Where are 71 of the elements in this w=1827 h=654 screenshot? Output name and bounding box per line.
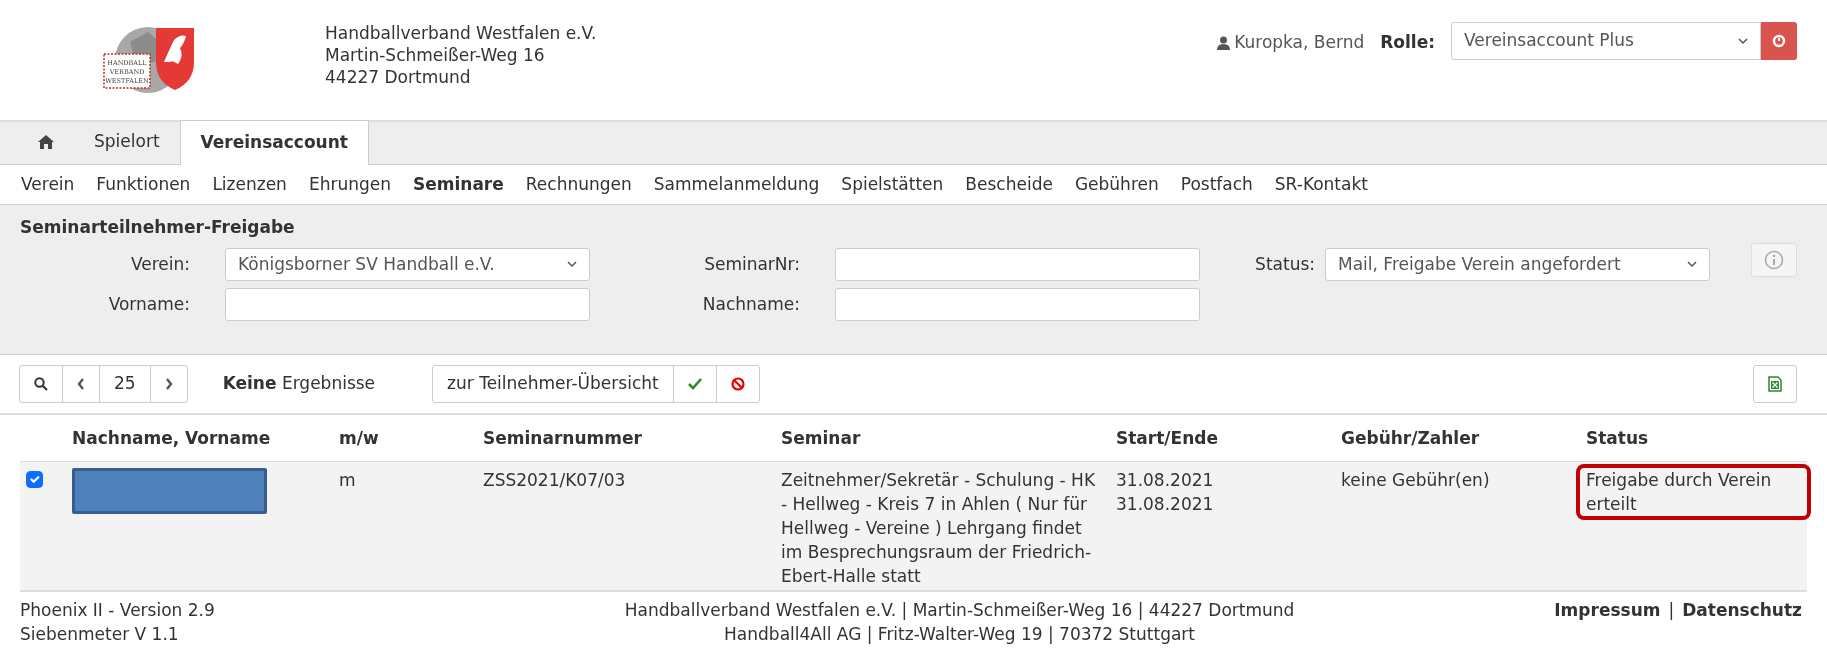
menu-item[interactable]: Rechnungen bbox=[514, 171, 643, 198]
menu-item[interactable]: Ehrungen bbox=[297, 171, 402, 198]
chevron-right-icon bbox=[164, 378, 173, 390]
row-checkbox[interactable] bbox=[26, 470, 43, 488]
power-button[interactable] bbox=[1761, 22, 1797, 60]
overview-button[interactable]: zur Teilnehmer-Übersicht bbox=[432, 365, 674, 403]
field-label: SeminarNr: bbox=[703, 252, 800, 276]
field-label: Verein: bbox=[129, 252, 190, 276]
menu-item[interactable]: Postfach bbox=[1169, 171, 1264, 198]
text-field[interactable] bbox=[835, 248, 1200, 281]
result-count: Keine Ergebnisse bbox=[222, 372, 376, 396]
highlighted-status: Freigabe durch Verein erteilt bbox=[1576, 463, 1811, 520]
column-header: Start/Ende bbox=[1110, 417, 1335, 461]
reject-button[interactable] bbox=[715, 365, 760, 403]
menu-item[interactable]: Bescheide bbox=[954, 171, 1064, 198]
chevron-left-icon bbox=[77, 378, 85, 390]
menu-item[interactable]: Lizenzen bbox=[201, 171, 298, 198]
info-icon bbox=[1764, 250, 1784, 270]
menu-item[interactable]: Spielstätten bbox=[830, 171, 955, 198]
column-header: Status bbox=[1580, 417, 1807, 461]
text-field[interactable] bbox=[225, 288, 590, 321]
panel-title: Seminarteilnehmer-Freigabe bbox=[20, 216, 296, 239]
menu-item[interactable]: Seminare bbox=[402, 171, 515, 198]
table-cell: 31.08.2021 31.08.2021 bbox=[1116, 469, 1214, 514]
field-label: Status: bbox=[1254, 252, 1315, 276]
column-header: Gebühr/Zahler bbox=[1335, 417, 1580, 461]
dropdown[interactable]: Königsborner SV Handball e.V. bbox=[225, 248, 590, 281]
table-cell: ZSS2021/K07/03 bbox=[483, 469, 626, 490]
spreadsheet-icon bbox=[1768, 376, 1782, 392]
user-name[interactable]: Kuropka, Bernd bbox=[1234, 30, 1365, 56]
column-header: Seminarnummer bbox=[477, 417, 775, 461]
role-select[interactable]: Vereinsaccount Plus bbox=[1451, 22, 1761, 60]
column-header: Seminar bbox=[775, 417, 1110, 461]
organization-address: Handballverband Westfalen e.V. Martin-Schmeißer-Weg 16 44227 Dortmund bbox=[325, 22, 597, 89]
search-icon bbox=[34, 377, 48, 391]
footer-link[interactable]: Impressum bbox=[1554, 598, 1661, 622]
menu-item[interactable]: Sammelanmeldung bbox=[642, 171, 831, 198]
table-cell: keine Gebühr(en) bbox=[1341, 469, 1490, 490]
column-header: m/w bbox=[333, 417, 477, 461]
approve-button[interactable] bbox=[672, 365, 717, 403]
footer-link[interactable]: Datenschutz bbox=[1682, 598, 1802, 622]
dropdown[interactable]: Mail, Freigabe Verein angefordert bbox=[1325, 248, 1710, 281]
chevron-down-icon bbox=[1687, 261, 1697, 268]
user-icon bbox=[1217, 35, 1231, 50]
chevron-down-icon bbox=[567, 261, 577, 268]
next-page-button[interactable] bbox=[149, 365, 188, 403]
menu-item[interactable]: Funktionen bbox=[85, 171, 202, 198]
footer-address: Handballverband Westfalen e.V. | Martin-Schmeißer-Weg 16 | 44227 Dortmund Handball4All AG | Fritz-Walter-Weg 19 | 70372 Stuttgart bbox=[624, 599, 1295, 646]
tab[interactable]: Vereinsaccount bbox=[179, 120, 369, 165]
search-button[interactable] bbox=[19, 365, 63, 403]
tab[interactable]: Spielort bbox=[74, 120, 180, 164]
chevron-down-icon bbox=[1738, 37, 1748, 45]
footer-version: Phoenix II - Version 2.9 Siebenmeter V 1.1 bbox=[20, 599, 215, 646]
menu-item[interactable]: SR-Kontakt bbox=[1263, 171, 1379, 198]
field-label: Vorname: bbox=[107, 292, 190, 316]
field-label: Nachname: bbox=[701, 292, 800, 316]
ban-icon bbox=[730, 377, 745, 391]
table-cell: m bbox=[339, 469, 356, 490]
column-header: Nachname, Vorname bbox=[66, 417, 333, 461]
info-button[interactable] bbox=[1751, 243, 1797, 277]
home-icon bbox=[38, 135, 54, 149]
menu-item[interactable]: Verein bbox=[10, 171, 86, 198]
power-icon bbox=[1772, 34, 1786, 48]
checkmark-icon bbox=[687, 378, 702, 390]
role-label: Rolle: bbox=[1380, 31, 1435, 54]
excel-export-button[interactable] bbox=[1753, 365, 1797, 403]
table-cell: Zeitnehmer/Sekretär - Schulung - HK - Hellweg - Kreis 7 in Ahlen ( Nur für Hellweg - Vereine ) Lehrgang findet im Besprechungsraum der Friedrich-Ebert-Halle statt bbox=[781, 469, 1096, 586]
menu-item[interactable]: Gebühren bbox=[1063, 171, 1170, 198]
link-separator: | bbox=[1668, 599, 1675, 622]
text-field[interactable] bbox=[835, 288, 1200, 321]
page-size-field[interactable]: 25 bbox=[99, 365, 151, 403]
